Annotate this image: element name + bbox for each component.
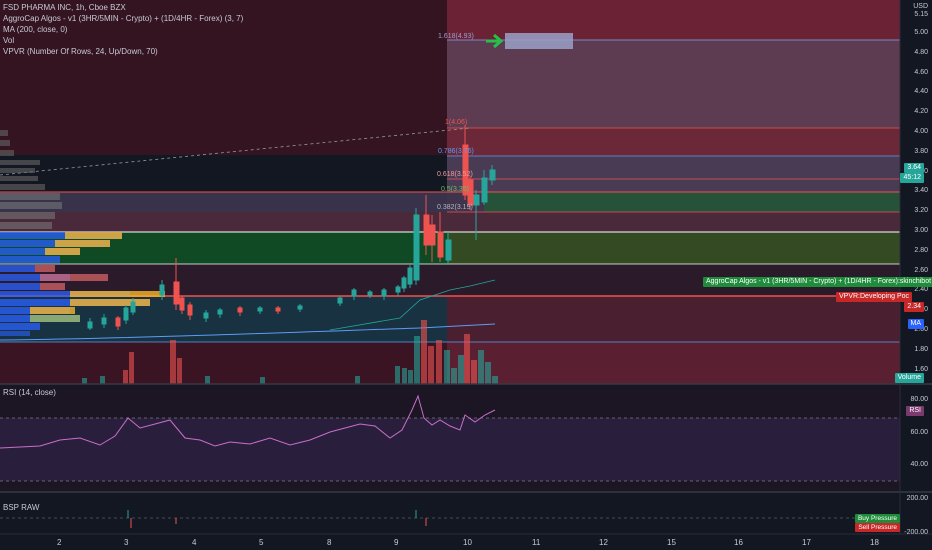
bsp-title[interactable]: BSP RAW <box>3 503 39 512</box>
developing-poc-tag: VPVR:Developing Poc <box>836 292 913 302</box>
price-axis-label: 3.80 <box>914 147 928 155</box>
poc-value-tag: 2.34 <box>904 302 924 312</box>
price-axis-top: 5.15 <box>914 11 928 18</box>
time-axis-label: 4 <box>192 538 197 547</box>
time-axis-label: 5 <box>259 538 264 547</box>
algo-tag: AggroCap Algos - v1 (3HR/5MIN - Crypto) … <box>703 277 932 287</box>
price-axis-label: 1.80 <box>914 345 928 353</box>
fib-1-label: 1(4.06) <box>445 119 468 126</box>
rsi-title[interactable]: RSI (14, close) <box>3 388 56 397</box>
price-axis-label: 4.20 <box>914 108 928 116</box>
indicator-vol[interactable]: Vol <box>3 35 243 46</box>
indicator-ma[interactable]: MA (200, close, 0) <box>3 24 243 35</box>
price-axis-label: 4.00 <box>914 128 928 135</box>
buy-pressure-tag: Buy Pressure <box>854 514 900 523</box>
fib-382-label: 0.382(3.19) <box>437 204 473 211</box>
sell-pressure-tag: Sell Pressure <box>855 523 900 532</box>
symbol-title[interactable]: FSD PHARMA INC, 1h, Cboe BZX <box>3 2 243 13</box>
chart-canvas[interactable] <box>0 0 932 550</box>
rsi-axis-60: 60.00 <box>910 429 928 436</box>
last-price-tag: 3.64 <box>904 163 924 173</box>
price-axis-label: 1.60 <box>914 365 928 373</box>
rsi-axis-80: 80.00 <box>910 396 928 403</box>
fib-618-label: 0.618(3.52) <box>437 171 473 178</box>
time-axis-label: 10 <box>463 538 472 547</box>
fib-5-label: 0.5(3.35) <box>441 186 470 193</box>
price-axis-label: 5.00 <box>914 29 928 36</box>
volume-tag: Volume <box>894 373 924 383</box>
chart-legend: FSD PHARMA INC, 1h, Cboe BZX AggroCap Al… <box>3 2 243 57</box>
rsi-axis-40: 40.00 <box>910 461 928 468</box>
bsp-axis-top: 200.00 <box>906 495 928 502</box>
price-axis-label: 2.40 <box>914 286 928 294</box>
indicator-aggrocap[interactable]: AggroCap Algos - v1 (3HR/5MIN - Crypto) … <box>3 13 243 24</box>
rsi-tag: RSI <box>906 406 924 416</box>
price-axis-label: 4.80 <box>914 48 928 56</box>
time-axis-label: 3 <box>124 538 129 547</box>
time-axis-label: 12 <box>599 538 608 547</box>
time-axis-label: 8 <box>327 538 332 547</box>
price-axis-label: 3.20 <box>914 207 928 215</box>
time-axis-label: 11 <box>532 538 541 547</box>
price-axis-label: 2.80 <box>914 246 928 254</box>
price-axis-label: 2.60 <box>914 266 928 274</box>
price-axis-label: 4.60 <box>914 68 928 76</box>
bsp-axis-bottom: -200.00 <box>904 529 928 536</box>
price-axis-label: 3.40 <box>914 187 928 195</box>
time-axis-label: 9 <box>394 538 399 547</box>
price-axis-label: 4.40 <box>914 88 928 96</box>
fib-1618-label: 1.618(4.93) <box>438 33 474 40</box>
time-axis-label: 15 <box>667 538 676 547</box>
ma-tag: MA <box>907 319 924 329</box>
time-axis-label: 2 <box>57 538 62 547</box>
currency-label: USD <box>913 3 928 10</box>
indicator-vpvr[interactable]: VPVR (Number Of Rows, 24, Up/Down, 70) <box>3 46 243 57</box>
time-axis-label: 18 <box>870 538 879 547</box>
time-axis-label: 16 <box>734 538 743 547</box>
fib-786-label: 0.786(3.76) <box>438 148 474 155</box>
price-axis-label: 3.00 <box>914 227 928 234</box>
time-axis-label: 17 <box>802 538 811 547</box>
countdown-tag: 45:12 <box>900 173 924 183</box>
